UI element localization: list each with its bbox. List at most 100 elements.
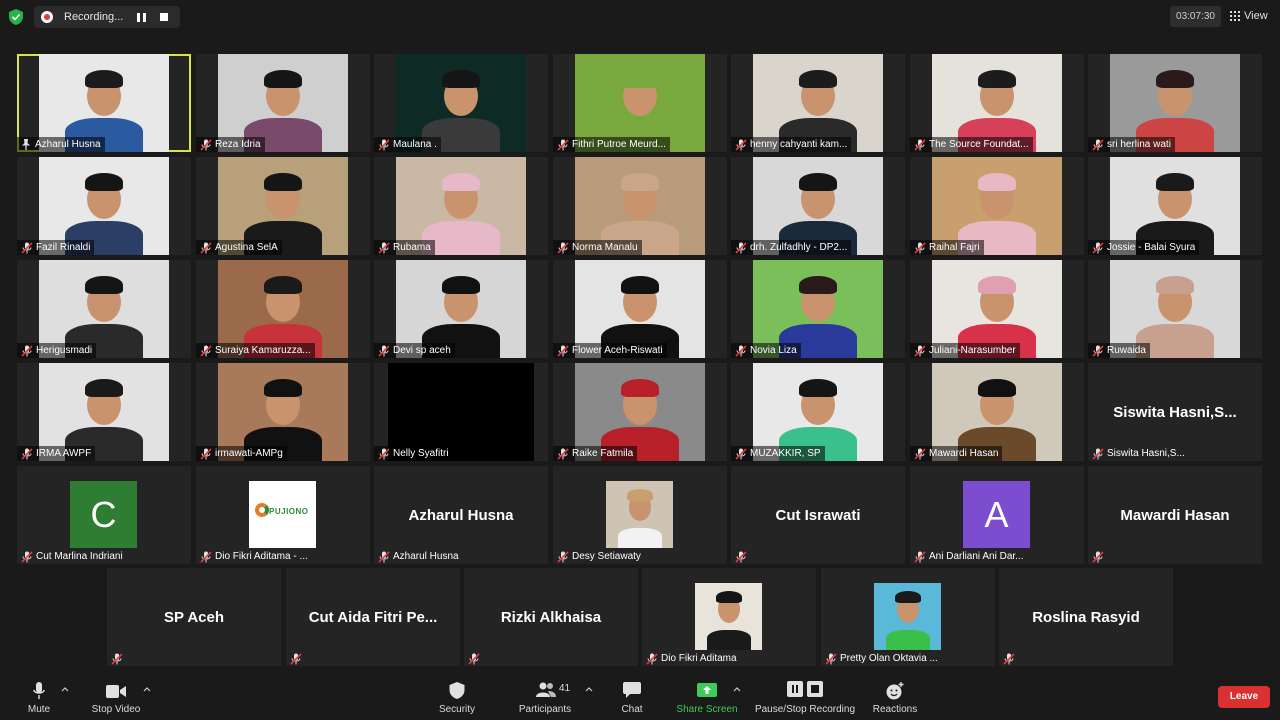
participant-tile[interactable]: irmawati-AMPg [196,363,370,461]
participant-name-bar: Dio Fikri Aditama - ... [196,549,308,564]
participant-tile[interactable]: Novia Liza [731,260,905,358]
participant-tile[interactable]: Flower Aceh-Riswati [553,260,727,358]
participant-tile[interactable]: Maulana . [374,54,548,152]
pause-recording-icon[interactable] [137,12,146,22]
participant-name-bar: Azharul Husna [17,137,105,152]
stop-video-label: Stop Video [91,704,141,715]
participant-tile[interactable]: Desy Setiawaty [553,466,727,564]
participant-name: MUZAKKIR, SP [750,448,821,459]
participant-tile[interactable]: Fazil Rinaldi [17,157,191,255]
security-shield-toolbar-icon [449,682,465,699]
chat-button[interactable]: Chat [612,670,652,720]
pause-stop-recording-button[interactable]: Pause/Stop Recording [752,670,858,720]
participant-tile[interactable]: Ruwaida [1088,260,1262,358]
participant-tile[interactable]: Azharul Husna [17,54,191,152]
participant-tile[interactable]: Juliani-Narasumber [910,260,1084,358]
participant-name-bar: Raike Fatmila [553,446,638,461]
participant-tile[interactable]: Rizki Alkhaisa [464,568,638,666]
participant-tile[interactable]: MUZAKKIR, SP [731,363,905,461]
participant-tile[interactable]: Pretty Olan Oktavia ... [821,568,995,666]
muted-mic-icon [735,138,747,151]
participant-name-bar: henny cahyanti kam... [731,137,852,152]
participant-tile[interactable]: Mawardi Hasan [1088,466,1262,564]
participant-name-bar: Pretty Olan Oktavia ... [821,651,938,666]
muted-mic-icon [21,550,33,563]
muted-mic-icon [914,550,926,563]
participant-tile[interactable]: sri herlina wati [1088,54,1262,152]
security-shield-icon[interactable] [9,9,23,25]
muted-mic-icon [557,447,569,460]
participant-tile[interactable]: Suraiya Kamaruzza... [196,260,370,358]
participant-name-bar: Fithri Putroe Meurd... [553,137,670,152]
participant-tile[interactable]: A Ani Darliani Ani Dar... [910,466,1084,564]
participant-tile[interactable]: Raihal Fajri [910,157,1084,255]
participant-tile[interactable]: Fithri Putroe Meurd... [553,54,727,152]
participant-display-name: Cut Israwati [775,507,861,524]
participant-tile[interactable]: IRMA AWPF [17,363,191,461]
participant-tile[interactable]: Cut Aida Fitri Pe... [286,568,460,666]
meeting-toolbar: Mute Stop Video Security 41 Participants… [0,670,1280,720]
participants-options-chevron-icon[interactable] [585,685,593,693]
participant-tile[interactable]: henny cahyanti kam... [731,54,905,152]
participant-name: The Source Foundat... [929,139,1029,150]
video-options-chevron-icon[interactable] [143,685,151,693]
participant-tile[interactable]: Cut Israwati [731,466,905,564]
participant-name-bar: Azharul Husna [374,549,459,564]
participants-button[interactable]: 41 Participants [514,670,576,720]
muted-mic-icon [735,550,747,563]
participant-name-bar: Agustina SelA [196,240,282,255]
mute-options-chevron-icon[interactable] [61,685,69,693]
muted-mic-icon [21,241,33,254]
participant-name-bar: Nelly Syafitri [374,446,453,461]
muted-mic-icon [290,652,302,665]
participant-tile[interactable]: Mawardi Hasan [910,363,1084,461]
muted-mic-icon [378,550,390,563]
chat-label: Chat [621,704,643,715]
participant-tile[interactable]: SP Aceh [107,568,281,666]
security-label: Security [438,704,476,715]
recording-dot-icon [41,11,53,23]
participant-tile[interactable]: Reza Idria [196,54,370,152]
participant-tile[interactable]: Dio Fikri Aditama [642,568,816,666]
participant-name-bar: Ani Darliani Ani Dar... [910,549,1024,564]
participant-tile[interactable]: The Source Foundat... [910,54,1084,152]
security-button[interactable]: Security [432,670,482,720]
participant-tile[interactable]: C Cut Marlina Indriani [17,466,191,564]
participant-initial-avatar: A [963,481,1030,548]
reactions-button[interactable]: Reactions [870,670,920,720]
participant-tile[interactable]: Jossie - Balai Syura [1088,157,1262,255]
participant-tile[interactable]: Herigusmadi [17,260,191,358]
leave-button[interactable]: Leave [1218,686,1270,708]
participant-tile[interactable]: drh. Zulfadhly - DP2... [731,157,905,255]
participant-tile[interactable]: Roslina Rasyid [999,568,1173,666]
participant-name-bar [731,549,750,564]
share-screen-icon [697,683,717,697]
participant-tile[interactable]: Norma Manalu [553,157,727,255]
participant-name: Flower Aceh-Riswati [572,345,663,356]
stop-recording-icon[interactable] [160,13,168,21]
participant-name: Mawardi Hasan [929,448,999,459]
participant-name: Fazil Rinaldi [36,242,91,253]
participant-tile[interactable]: Rubama [374,157,548,255]
view-button[interactable]: View [1230,7,1268,25]
participant-name-bar: Novia Liza [731,343,801,358]
stop-video-button[interactable]: Stop Video [88,670,144,720]
share-options-chevron-icon[interactable] [733,685,741,693]
mute-button[interactable]: Mute [18,670,60,720]
participant-tile[interactable]: Nelly Syafitri [374,363,548,461]
participant-tile[interactable]: Agustina SelA [196,157,370,255]
participant-tile[interactable]: Siswita Hasni,S... Siswita Hasni,S... [1088,363,1262,461]
participant-tile[interactable]: Devi sp aceh [374,260,548,358]
participant-tile[interactable]: Raike Fatmila [553,363,727,461]
participant-name: Pretty Olan Oktavia ... [840,653,938,664]
participant-name: irmawati-AMPg [215,448,283,459]
participant-tile[interactable]: Azharul Husna Azharul Husna [374,466,548,564]
muted-mic-icon [557,550,569,563]
share-screen-button[interactable]: Share Screen [674,670,740,720]
participant-name-bar: IRMA AWPF [17,446,96,461]
muted-mic-icon [200,241,212,254]
participant-tile[interactable]: PUJIONO Dio Fikri Aditama - ... [196,466,370,564]
pause-stop-recording-icon [787,681,823,697]
pin-icon [22,139,30,150]
participant-name-bar: The Source Foundat... [910,137,1033,152]
